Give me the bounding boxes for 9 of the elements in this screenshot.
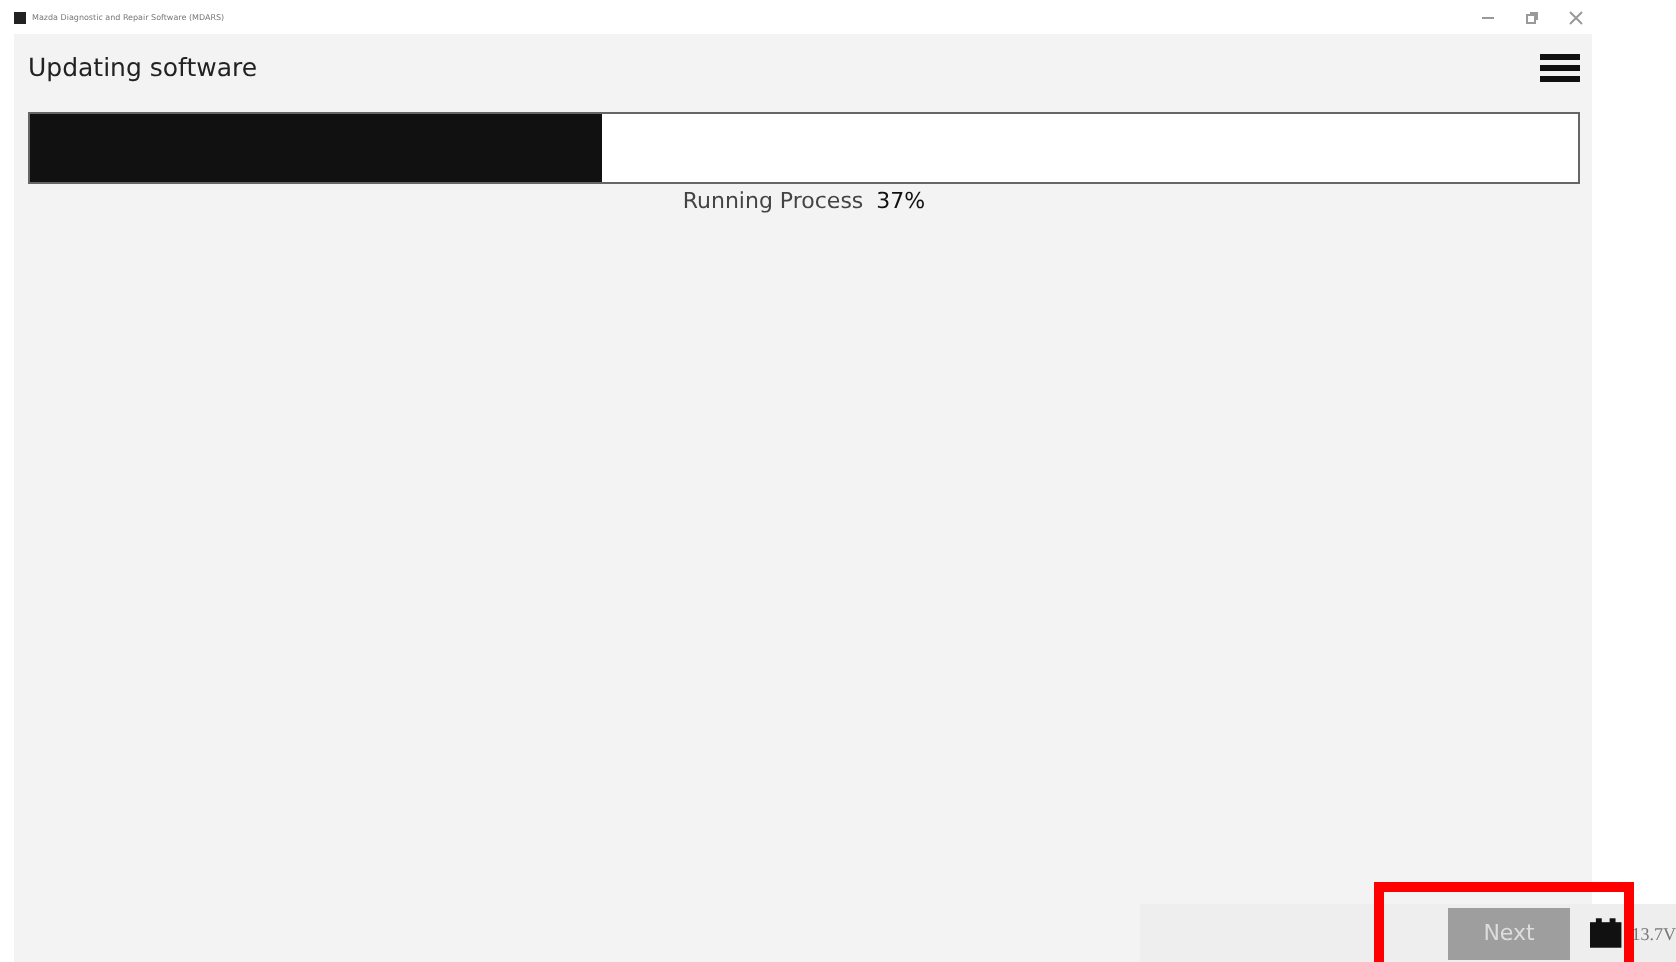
progress-label: Running Process xyxy=(682,188,864,214)
voltage-reading: 13.7V xyxy=(1631,923,1676,943)
battery-icon xyxy=(1590,918,1622,948)
page-title: Updating software xyxy=(28,52,258,82)
app-icon xyxy=(14,11,26,23)
close-icon[interactable] xyxy=(1568,9,1584,25)
restore-icon[interactable] xyxy=(1524,9,1540,25)
menu-icon[interactable] xyxy=(1540,53,1580,81)
progress-percent: 37% xyxy=(876,188,926,214)
